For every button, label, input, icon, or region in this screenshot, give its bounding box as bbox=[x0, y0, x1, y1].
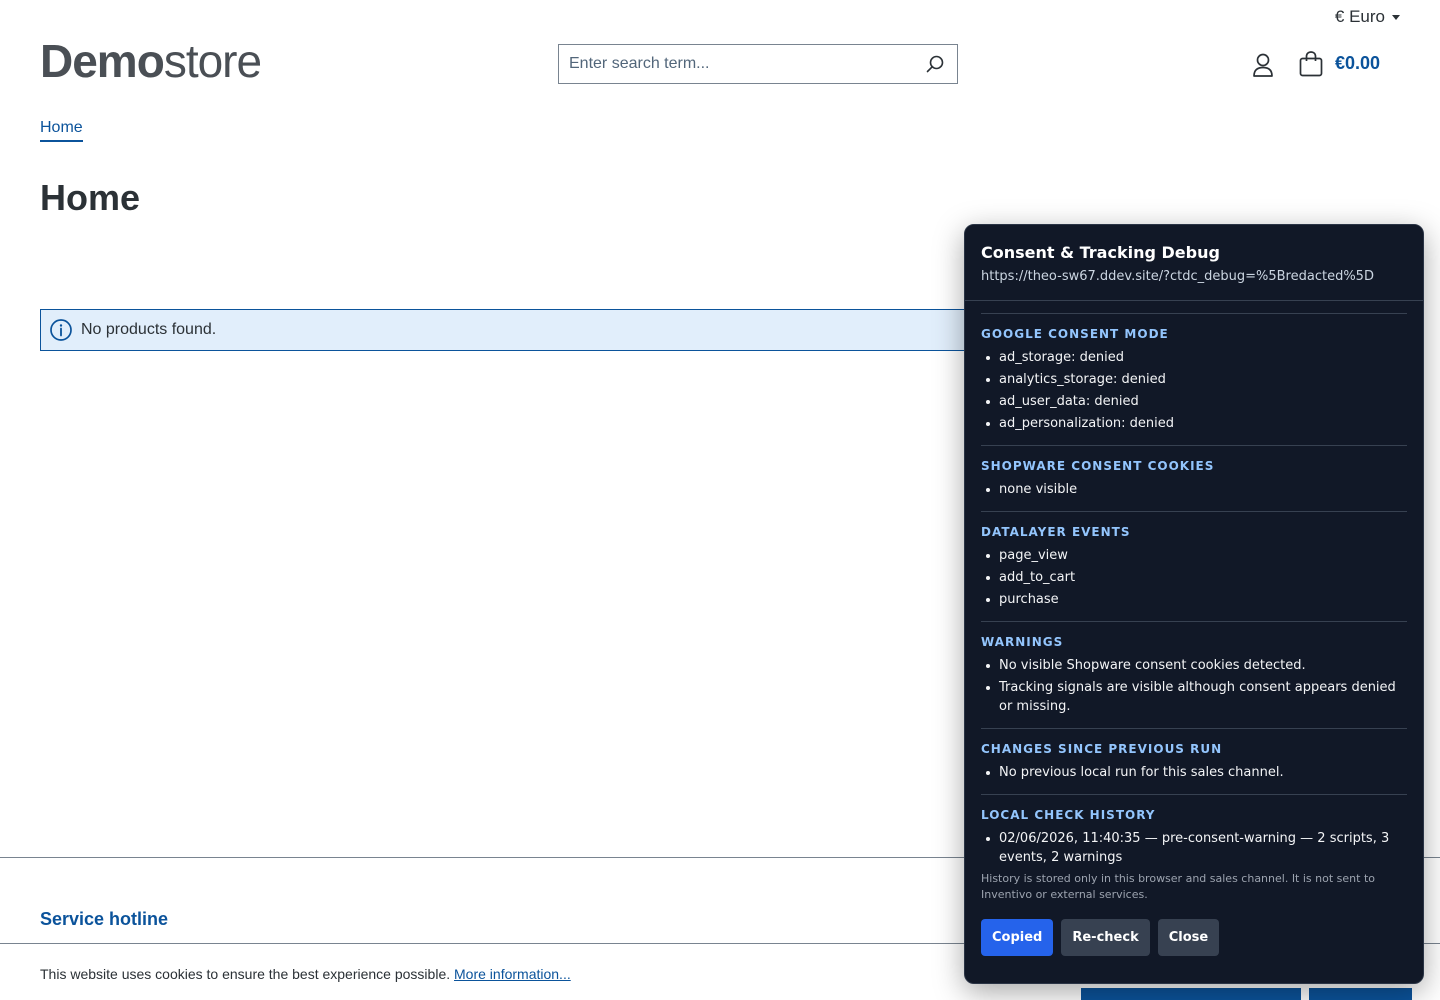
cookie-more-info-link[interactable]: More information... bbox=[454, 966, 571, 982]
search-bar bbox=[558, 44, 958, 84]
list-item: No previous local run for this sales cha… bbox=[981, 763, 1407, 782]
list-item: No visible Shopware consent cookies dete… bbox=[981, 656, 1407, 675]
alert-message: No products found. bbox=[81, 321, 217, 338]
history-note: History is stored only in this browser a… bbox=[981, 872, 1375, 901]
list-item: page_view bbox=[981, 546, 1407, 565]
section-shopware-consent-cookies: Shopware Consent Cookies none visible bbox=[981, 445, 1407, 511]
debug-panel-url: https://theo-sw67.ddev.site/?ctdc_debug=… bbox=[981, 269, 1374, 284]
list-item: none visible bbox=[981, 480, 1407, 499]
section-changes-since-previous-run: Changes since previous run No previous l… bbox=[981, 728, 1407, 794]
section-google-consent-mode: Google Consent Mode ad_storage: denied a… bbox=[981, 313, 1407, 445]
list-item: purchase bbox=[981, 590, 1407, 609]
debug-panel-body[interactable]: Google Consent Mode ad_storage: denied a… bbox=[981, 313, 1407, 965]
debug-panel-title: Consent & Tracking Debug bbox=[981, 243, 1220, 262]
debug-panel-header: Consent & Tracking Debug https://theo-sw… bbox=[965, 225, 1423, 301]
info-icon bbox=[50, 319, 72, 341]
cookie-accept-button[interactable] bbox=[1309, 988, 1412, 1000]
list-item: Tracking signals are visible although co… bbox=[981, 678, 1407, 716]
page-title: Home bbox=[40, 177, 141, 218]
list-item: 02/06/2026, 11:40:35 — pre-consent-warni… bbox=[981, 829, 1407, 867]
section-title: DataLayer Events bbox=[981, 525, 1131, 539]
cookie-configure-button[interactable] bbox=[1081, 988, 1301, 1000]
user-icon bbox=[1253, 53, 1273, 77]
cookie-text: This website uses cookies to ensure the … bbox=[40, 966, 451, 982]
list-item: add_to_cart bbox=[981, 568, 1407, 587]
section-datalayer-events: DataLayer Events page_view add_to_cart p… bbox=[981, 511, 1407, 621]
search-button[interactable] bbox=[913, 45, 957, 83]
section-title: Shopware Consent Cookies bbox=[981, 459, 1215, 473]
list-item: ad_personalization: denied bbox=[981, 414, 1407, 433]
debug-panel-actions: Copied Re-check Close bbox=[981, 919, 1407, 956]
consent-debug-panel: Consent & Tracking Debug https://theo-sw… bbox=[964, 224, 1424, 984]
section-local-check-history: Local check history 02/06/2026, 11:40:35… bbox=[981, 794, 1407, 965]
cookie-message: This website uses cookies to ensure the … bbox=[40, 966, 571, 982]
copied-button[interactable]: Copied bbox=[981, 919, 1054, 956]
list-item: ad_storage: denied bbox=[981, 348, 1407, 367]
currency-label: € Euro bbox=[1334, 7, 1385, 26]
list-item: analytics_storage: denied bbox=[981, 370, 1407, 389]
section-warnings: Warnings No visible Shopware consent coo… bbox=[981, 621, 1407, 728]
account-button[interactable] bbox=[1251, 52, 1275, 83]
section-title: Google Consent Mode bbox=[981, 327, 1169, 341]
recheck-button[interactable]: Re-check bbox=[1061, 919, 1150, 956]
breadcrumb-home[interactable]: Home bbox=[40, 119, 83, 142]
section-title: Changes since previous run bbox=[981, 742, 1223, 756]
shopping-bag-icon bbox=[1299, 51, 1323, 77]
currency-dropdown[interactable]: € Euro bbox=[1335, 7, 1400, 27]
close-button[interactable]: Close bbox=[1157, 919, 1220, 956]
logo-bold-text: Demo bbox=[40, 35, 165, 87]
search-input[interactable] bbox=[559, 45, 913, 83]
section-title: Warnings bbox=[981, 635, 1064, 649]
search-icon bbox=[926, 55, 944, 73]
store-logo[interactable]: Demostore bbox=[40, 34, 262, 88]
service-hotline-heading: Service hotline bbox=[40, 909, 169, 929]
list-item: ad_user_data: denied bbox=[981, 392, 1407, 411]
caret-down-icon bbox=[1392, 14, 1400, 20]
cart-total: €0.00 bbox=[1335, 53, 1381, 73]
logo-light-text: store bbox=[163, 35, 262, 87]
cart-button[interactable]: €0.00 bbox=[1298, 50, 1380, 77]
section-title: Local check history bbox=[981, 808, 1156, 822]
